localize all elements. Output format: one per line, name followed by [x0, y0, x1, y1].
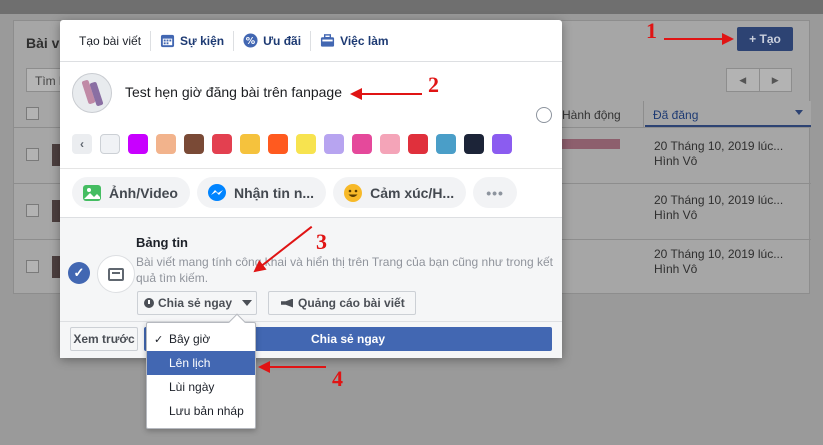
tab-event[interactable]: Sự kiện: [151, 20, 233, 62]
action-label: Cảm xúc/H...: [370, 184, 455, 201]
row-author: Hình Vô: [654, 154, 698, 168]
feeling-activity-button[interactable]: Cảm xúc/H...: [333, 177, 467, 208]
swatch[interactable]: [156, 134, 176, 154]
news-feed-icon: [97, 255, 135, 293]
select-all-checkbox[interactable]: [26, 107, 39, 120]
tab-jobs[interactable]: Việc làm: [311, 20, 397, 62]
more-options-button[interactable]: •••: [473, 177, 518, 208]
annotation-arrow: [350, 88, 422, 100]
swatch[interactable]: [240, 134, 260, 154]
swatch[interactable]: [408, 134, 428, 154]
background-swatches: ‹: [72, 134, 512, 154]
composer-actions: Ảnh/Video Nhận tin n... Cảm xúc/H... •••: [72, 177, 518, 208]
row-author: Hình Vô: [654, 208, 698, 222]
annotation-arrow: [664, 33, 734, 45]
create-post-dialog: Tạo bài viết Sự kiện % Ưu đãi Việc làm T…: [60, 20, 562, 358]
messenger-icon: [207, 183, 226, 201]
get-messages-button[interactable]: Nhận tin n...: [196, 177, 327, 208]
swatch[interactable]: [352, 134, 372, 154]
emoji-picker-icon[interactable]: [536, 107, 552, 123]
sort-arrow-icon: [795, 110, 803, 115]
boost-post-button[interactable]: Quảng cáo bài viết: [268, 291, 416, 315]
tab-label: Sự kiện: [180, 33, 225, 48]
photo-video-button[interactable]: Ảnh/Video: [72, 177, 190, 208]
swatch[interactable]: [212, 134, 232, 154]
swatch[interactable]: [100, 134, 120, 154]
boost-label: Quảng cáo bài viết: [298, 296, 405, 310]
feed-description: Bài viết mang tính công khai và hiển thị…: [136, 255, 553, 285]
swatch[interactable]: [436, 134, 456, 154]
tab-label: Tạo bài viết: [79, 33, 142, 48]
action-label: Ảnh/Video: [109, 184, 178, 201]
publish-section: ✓ Bảng tin Bài viết mang tính công khai …: [60, 217, 562, 358]
calendar-icon: [160, 34, 175, 48]
top-bar: [0, 0, 823, 14]
swatch[interactable]: [492, 134, 512, 154]
share-timing-dropdown[interactable]: Chia sẻ ngay: [137, 291, 257, 315]
create-button[interactable]: + Tạo: [737, 27, 793, 51]
photo-icon: [83, 184, 101, 201]
swatch[interactable]: [380, 134, 400, 154]
annotation-number: 4: [332, 366, 343, 391]
annotation-number: 1: [646, 18, 657, 43]
row-checkbox[interactable]: [26, 260, 39, 273]
annotation-number: 3: [316, 229, 327, 254]
row-author: Hình Vô: [654, 262, 698, 276]
post-text-input[interactable]: Test hẹn giờ đăng bài trên fanpage: [125, 84, 342, 100]
row-date: 20 Tháng 10, 2019 lúc...: [654, 193, 784, 207]
divider: [60, 321, 562, 322]
tab-label: Việc làm: [340, 33, 389, 48]
annotation-arrow: [258, 361, 326, 373]
tab-create-post[interactable]: Tạo bài viết: [70, 20, 150, 62]
composer-tabs: Tạo bài viết Sự kiện % Ưu đãi Việc làm: [60, 20, 562, 62]
page-avatar: [72, 73, 112, 113]
column-posted-label: Đã đăng: [653, 108, 699, 122]
card-title: Bài vi: [26, 35, 64, 51]
action-label: Nhận tin n...: [233, 184, 315, 201]
menu-item-now[interactable]: ✓ Bây giờ: [147, 327, 255, 351]
megaphone-icon: [281, 298, 293, 308]
menu-item-label: Lên lịch: [169, 356, 211, 370]
swatch[interactable]: [464, 134, 484, 154]
status-bar: [552, 139, 620, 149]
swatch[interactable]: [184, 134, 204, 154]
check-icon[interactable]: ✓: [68, 262, 90, 284]
row-date: 20 Tháng 10, 2019 lúc...: [654, 247, 784, 261]
tab-offer[interactable]: % Ưu đãi: [234, 20, 310, 62]
preview-button[interactable]: Xem trước: [70, 327, 138, 351]
feed-title: Bảng tin: [136, 235, 188, 250]
annotation-number: 2: [428, 72, 439, 97]
column-posted[interactable]: Đã đăng: [645, 101, 811, 127]
clock-icon: [144, 298, 154, 308]
swatch[interactable]: [324, 134, 344, 154]
prev-page-icon[interactable]: ◀: [727, 69, 760, 91]
swatch[interactable]: [296, 134, 316, 154]
menu-item-label: Bây giờ: [169, 332, 211, 346]
row-checkbox[interactable]: [26, 204, 39, 217]
menu-item-save-draft[interactable]: Lưu bản nháp: [147, 399, 255, 423]
svg-text:%: %: [246, 36, 256, 47]
menu-item-schedule[interactable]: Lên lịch: [147, 351, 255, 375]
row-date: 20 Tháng 10, 2019 lúc...: [654, 139, 784, 153]
briefcase-icon: [321, 34, 335, 47]
check-icon: ✓: [154, 333, 164, 346]
menu-item-backdate[interactable]: Lùi ngày: [147, 375, 255, 399]
share-timing-label: Chia sẻ ngay: [158, 296, 233, 310]
next-page-icon[interactable]: ▶: [760, 69, 792, 91]
swatch[interactable]: [128, 134, 148, 154]
menu-item-label: Lưu bản nháp: [169, 404, 244, 418]
pager: ◀ ▶: [726, 68, 792, 92]
divider: [60, 168, 562, 169]
row-checkbox[interactable]: [26, 148, 39, 161]
menu-item-label: Lùi ngày: [169, 380, 215, 394]
emoji-icon: [344, 183, 363, 202]
tab-label: Ưu đãi: [263, 33, 302, 48]
caret-down-icon: [242, 300, 253, 306]
swatch[interactable]: [268, 134, 288, 154]
percent-icon: %: [243, 33, 258, 48]
share-timing-menu: ✓ Bây giờ Lên lịch Lùi ngày Lưu bản nháp: [146, 313, 256, 429]
chevron-left-icon[interactable]: ‹: [72, 134, 92, 154]
